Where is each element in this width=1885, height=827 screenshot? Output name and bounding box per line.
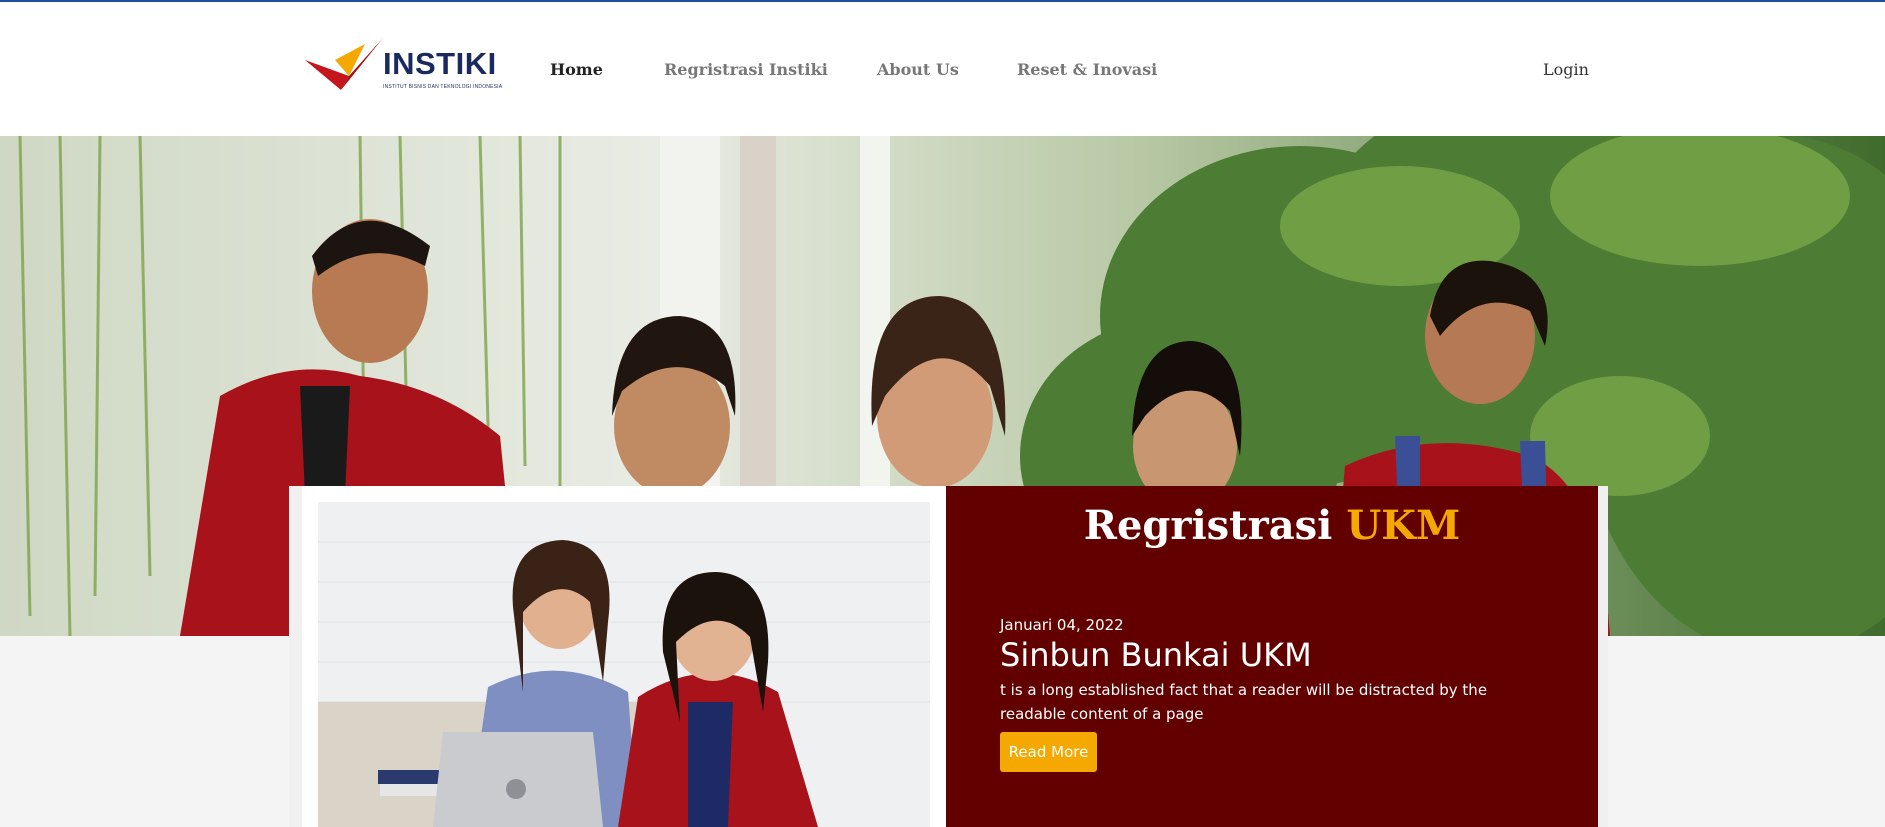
- featured-post-photo: [318, 502, 930, 827]
- card-title-main: Regristrasi: [1083, 502, 1333, 549]
- featured-card-content: Regristrasi UKM Januari 04, 2022 Sinbun …: [946, 486, 1598, 827]
- card-title-accent: UKM: [1346, 502, 1461, 549]
- site-logo[interactable]: INSTIKI INSTITUT BISNIS DAN TEKNOLOGI IN…: [305, 38, 502, 100]
- logo-wordmark: INSTIKI: [383, 46, 497, 81]
- read-more-button[interactable]: Read More: [1000, 732, 1097, 772]
- logo-tagline: INSTITUT BISNIS DAN TEKNOLOGI INDONESIA: [383, 84, 503, 90]
- post-excerpt: t is a long established fact that a read…: [1000, 681, 1488, 723]
- post-date: Januari 04, 2022: [1000, 616, 1124, 634]
- logo-mark-icon: [305, 38, 383, 90]
- site-header: INSTIKI INSTITUT BISNIS DAN TEKNOLOGI IN…: [0, 2, 1885, 136]
- card-title: Regristrasi UKM: [946, 502, 1598, 549]
- post-heading[interactable]: Sinbun Bunkai UKM: [1000, 636, 1312, 674]
- nav-item-home[interactable]: Home: [550, 60, 603, 79]
- nav-item-about-us[interactable]: About Us: [877, 60, 959, 79]
- nav-item-registrasi-instiki[interactable]: Regristrasi Instiki: [664, 60, 828, 79]
- login-link[interactable]: Login: [1543, 60, 1589, 79]
- nav-item-reset-inovasi[interactable]: Reset & Inovasi: [1017, 60, 1157, 79]
